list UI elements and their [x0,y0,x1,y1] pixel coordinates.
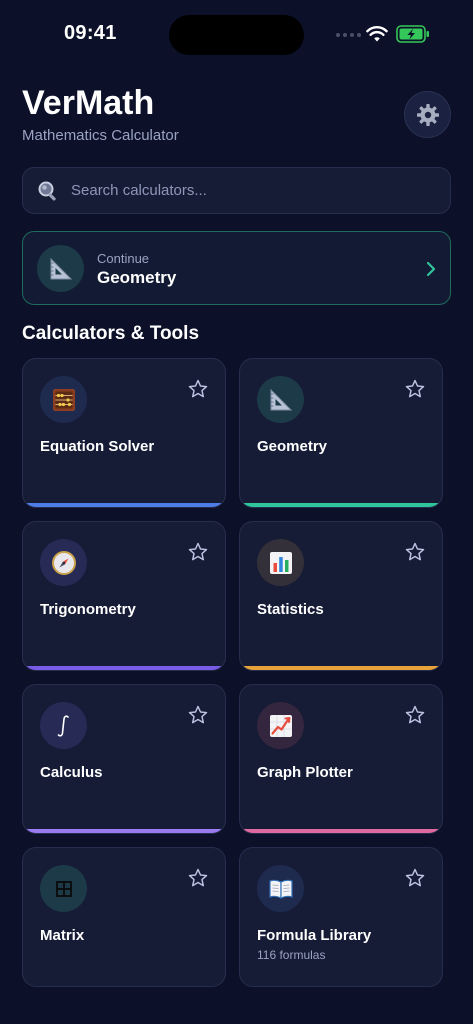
card-graph-plotter[interactable]: Graph Plotter [239,684,443,834]
card-accent-bar [23,503,225,507]
star-icon[interactable] [405,705,425,725]
card-title: Graph Plotter [257,764,353,781]
status-bar: 09:41 [0,0,473,70]
star-icon[interactable] [188,705,208,725]
compass-icon [51,550,76,575]
cellular-signal-icon [336,33,361,37]
star-icon[interactable] [188,542,208,562]
card-icon-badge [257,865,304,912]
book-icon [268,879,293,899]
star-icon[interactable] [405,868,425,888]
dynamic-island [169,15,304,55]
card-icon-badge [257,376,304,423]
line-chart-icon [269,714,292,737]
search-input[interactable] [71,182,411,199]
search-icon [38,181,56,201]
card-icon-badge [257,539,304,586]
card-icon-badge [40,702,87,749]
wifi-icon [366,26,388,42]
star-icon[interactable] [405,379,425,399]
star-icon[interactable] [188,868,208,888]
abacus-icon [52,388,75,411]
card-title: Formula Library [257,927,372,944]
search-bar[interactable] [22,167,451,214]
card-accent-bar [240,666,442,670]
card-title: Statistics [257,601,324,618]
grid-icon [55,880,72,897]
card-icon-badge [40,376,87,423]
card-calculus[interactable]: Calculus [22,684,226,834]
continue-card[interactable]: Continue Geometry [22,231,451,305]
continue-icon-badge [37,245,84,292]
app-title: VerMath [22,84,155,122]
card-equation-solver[interactable]: Equation Solver [22,358,226,508]
card-subtitle: 116 formulas [257,948,326,962]
card-title: Trigonometry [40,601,136,618]
card-title: Equation Solver [40,438,155,455]
bar-chart-icon [269,551,292,574]
section-title: Calculators & Tools [22,323,200,344]
card-title: Calculus [40,764,103,781]
card-icon-badge [40,865,87,912]
card-icon-badge [40,539,87,586]
star-icon[interactable] [405,542,425,562]
continue-label: Continue [97,251,150,266]
battery-icon [396,25,429,43]
card-matrix[interactable]: Matrix [22,847,226,987]
card-accent-bar [23,829,225,833]
card-title: Matrix [40,927,85,944]
star-icon[interactable] [188,379,208,399]
triangle-ruler-icon [270,388,292,410]
chevron-right-icon [426,261,436,277]
continue-value: Geometry [97,268,177,287]
integral-icon [57,714,69,737]
triangle-ruler-icon [50,257,72,279]
card-accent-bar [240,829,442,833]
card-formula-library[interactable]: Formula Library 116 formulas [239,847,443,987]
card-accent-bar [23,666,225,670]
app-subtitle: Mathematics Calculator [22,127,179,144]
settings-button[interactable] [404,91,451,138]
card-accent-bar [240,503,442,507]
card-geometry[interactable]: Geometry [239,358,443,508]
card-icon-badge [257,702,304,749]
gear-icon [416,103,439,126]
status-time: 09:41 [64,22,117,44]
card-title: Geometry [257,438,328,455]
card-statistics[interactable]: Statistics [239,521,443,671]
card-trigonometry[interactable]: Trigonometry [22,521,226,671]
